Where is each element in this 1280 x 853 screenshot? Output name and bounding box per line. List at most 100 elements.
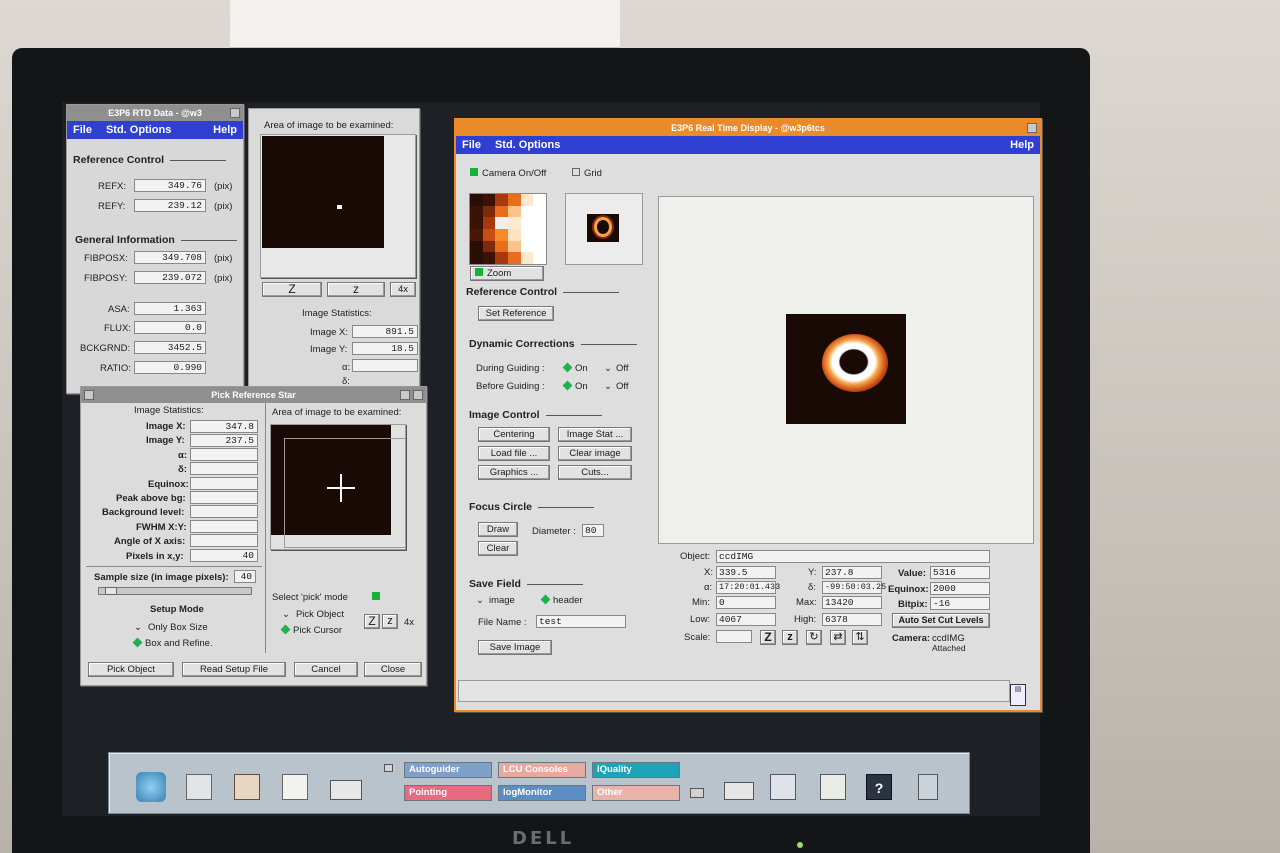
centering-button[interactable]: Centering <box>478 427 550 442</box>
rotate-icon[interactable]: ↻ <box>806 630 822 645</box>
application-manager-icon[interactable] <box>820 774 846 800</box>
grid-toggle[interactable]: Grid <box>572 168 602 179</box>
menu-std-options[interactable]: Std. Options <box>106 124 171 136</box>
exit-icon[interactable] <box>690 788 704 798</box>
draw-button[interactable]: Draw <box>478 522 518 537</box>
printer-icon[interactable] <box>330 780 362 800</box>
examine-scale-button[interactable]: 4x <box>390 282 416 297</box>
flip-x-icon[interactable]: ⇄ <box>830 630 846 645</box>
pick-box-outline <box>284 438 406 548</box>
clear-image-button[interactable]: Clear image <box>558 446 632 461</box>
pick-only-box-option[interactable]: ⌄ Only Box Size <box>134 622 208 633</box>
workspace-iquality[interactable]: IQuality <box>592 762 680 778</box>
camera-check-icon <box>470 168 478 176</box>
pick-object-button[interactable]: Pick Object <box>88 662 174 677</box>
pick-zoom-in-button[interactable]: Z <box>364 614 380 629</box>
camera-info-label: Camera: <box>892 633 931 644</box>
minimize-icon[interactable] <box>230 108 240 118</box>
workspace-logmonitor[interactable]: logMonitor <box>498 785 586 801</box>
pick-scale-label[interactable]: 4x <box>404 617 414 628</box>
menu-help[interactable]: Help <box>1010 139 1034 151</box>
cuts-button[interactable]: Cuts... <box>558 465 632 480</box>
close-button[interactable]: Close <box>364 662 422 677</box>
examine-zoom-in-button[interactable]: Z <box>262 282 322 297</box>
pick-sample-value[interactable]: 40 <box>234 570 256 583</box>
pick-object-option[interactable]: ⌄ Pick Object <box>282 609 344 620</box>
auto-cut-button[interactable]: Auto Set Cut Levels <box>892 613 990 628</box>
tile-label: Pointing <box>409 787 447 798</box>
menu-help[interactable]: Help <box>213 124 237 136</box>
menu-std-options[interactable]: Std. Options <box>495 139 560 151</box>
workspace-other[interactable]: Other <box>592 785 680 801</box>
diameter-label: Diameter : <box>532 526 576 537</box>
dynamic-corrections-header: Dynamic Corrections <box>469 338 637 350</box>
print-manager-icon[interactable] <box>724 782 754 800</box>
camera-label: Camera On/Off <box>482 168 547 179</box>
load-file-button[interactable]: Load file ... <box>478 446 550 461</box>
refx-unit: (pix) <box>214 181 233 192</box>
pick-box-refine-option[interactable]: Box and Refine. <box>132 637 213 649</box>
minimize-icon[interactable] <box>1027 123 1037 133</box>
object-label: Object: <box>680 551 711 562</box>
pick-select-mode-label: Select 'pick' mode <box>272 592 348 603</box>
min-value: 0 <box>716 596 776 609</box>
image-control-header: Image Control <box>469 409 602 421</box>
radio-on-icon <box>562 362 573 373</box>
paper-note <box>230 0 620 48</box>
flip-y-icon[interactable]: ⇅ <box>852 630 868 645</box>
camera-attached-label: Attached <box>932 643 966 653</box>
minimize-icon[interactable] <box>400 390 410 400</box>
window-menu-icon[interactable] <box>84 390 94 400</box>
read-setup-button[interactable]: Read Setup File <box>182 662 286 677</box>
fibposy-value: 239.072 <box>134 271 206 284</box>
lock-icon[interactable] <box>384 764 393 772</box>
save-header-option[interactable]: header <box>540 594 583 606</box>
tools-icon[interactable] <box>770 774 796 800</box>
workspace-lcu-consoles[interactable]: LCU Consoles <box>498 762 586 778</box>
file-name-input[interactable]: test <box>536 615 626 628</box>
graphics-button[interactable]: Graphics ... <box>478 465 550 480</box>
workspace-autoguider[interactable]: Autoguider <box>404 762 492 778</box>
cancel-button[interactable]: Cancel <box>294 662 358 677</box>
pick-zoom-out-button[interactable]: z <box>382 614 398 629</box>
pick-sample-slider[interactable] <box>98 587 252 595</box>
workspace-pointing[interactable]: Pointing <box>404 785 492 801</box>
rtdisplay-titlebar[interactable]: E3P6 Real Time Display - @w3p6tcs <box>456 120 1040 136</box>
slider-handle[interactable] <box>105 587 117 595</box>
zoom-in-button[interactable]: Z <box>760 630 776 645</box>
maximize-icon[interactable] <box>413 390 423 400</box>
camera-toggle[interactable]: Camera On/Off <box>470 168 546 179</box>
max-value: 13420 <box>822 596 882 609</box>
set-reference-button[interactable]: Set Reference <box>478 306 554 321</box>
clear-button[interactable]: Clear <box>478 541 518 556</box>
during-off-option[interactable]: ⌄ Off <box>604 363 628 374</box>
pick-select-mode-check[interactable] <box>372 592 380 600</box>
pick-titlebar[interactable]: Pick Reference Star <box>81 387 426 403</box>
globe-icon[interactable] <box>136 772 166 802</box>
rtd-data-titlebar[interactable]: E3P6 RTD Data - @w3 <box>67 105 243 121</box>
pick-cursor-option[interactable]: Pick Cursor <box>280 624 342 636</box>
scale-label: Scale: <box>684 632 711 643</box>
save-image-button[interactable]: Save Image <box>478 640 552 655</box>
zoom-toggle[interactable]: Zoom <box>470 266 544 281</box>
flux-label: FLUX: <box>104 323 131 334</box>
mail-icon[interactable] <box>234 774 260 800</box>
save-field-header: Save Field <box>469 578 583 590</box>
menu-file[interactable]: File <box>73 124 92 136</box>
help-icon[interactable]: ? <box>866 774 892 800</box>
grid-check-icon <box>572 168 580 176</box>
zoom-out-button[interactable]: z <box>782 630 798 645</box>
trash-icon[interactable] <box>918 774 938 800</box>
before-off-option[interactable]: ⌄ Off <box>604 381 628 392</box>
bitpix-label: Bitpix: <box>898 599 928 610</box>
save-image-option[interactable]: ⌄ image <box>476 595 515 606</box>
calculator-icon[interactable] <box>186 774 212 800</box>
widget-icon[interactable]: ▤ <box>1010 684 1026 706</box>
image-stat-button[interactable]: Image Stat ... <box>558 427 632 442</box>
diameter-input[interactable]: 80 <box>582 524 604 537</box>
during-on-option[interactable]: On <box>562 362 588 374</box>
examine-zoom-out-button[interactable]: z <box>327 282 385 297</box>
menu-file[interactable]: File <box>462 139 481 151</box>
before-on-option[interactable]: On <box>562 380 588 392</box>
editor-icon[interactable] <box>282 774 308 800</box>
